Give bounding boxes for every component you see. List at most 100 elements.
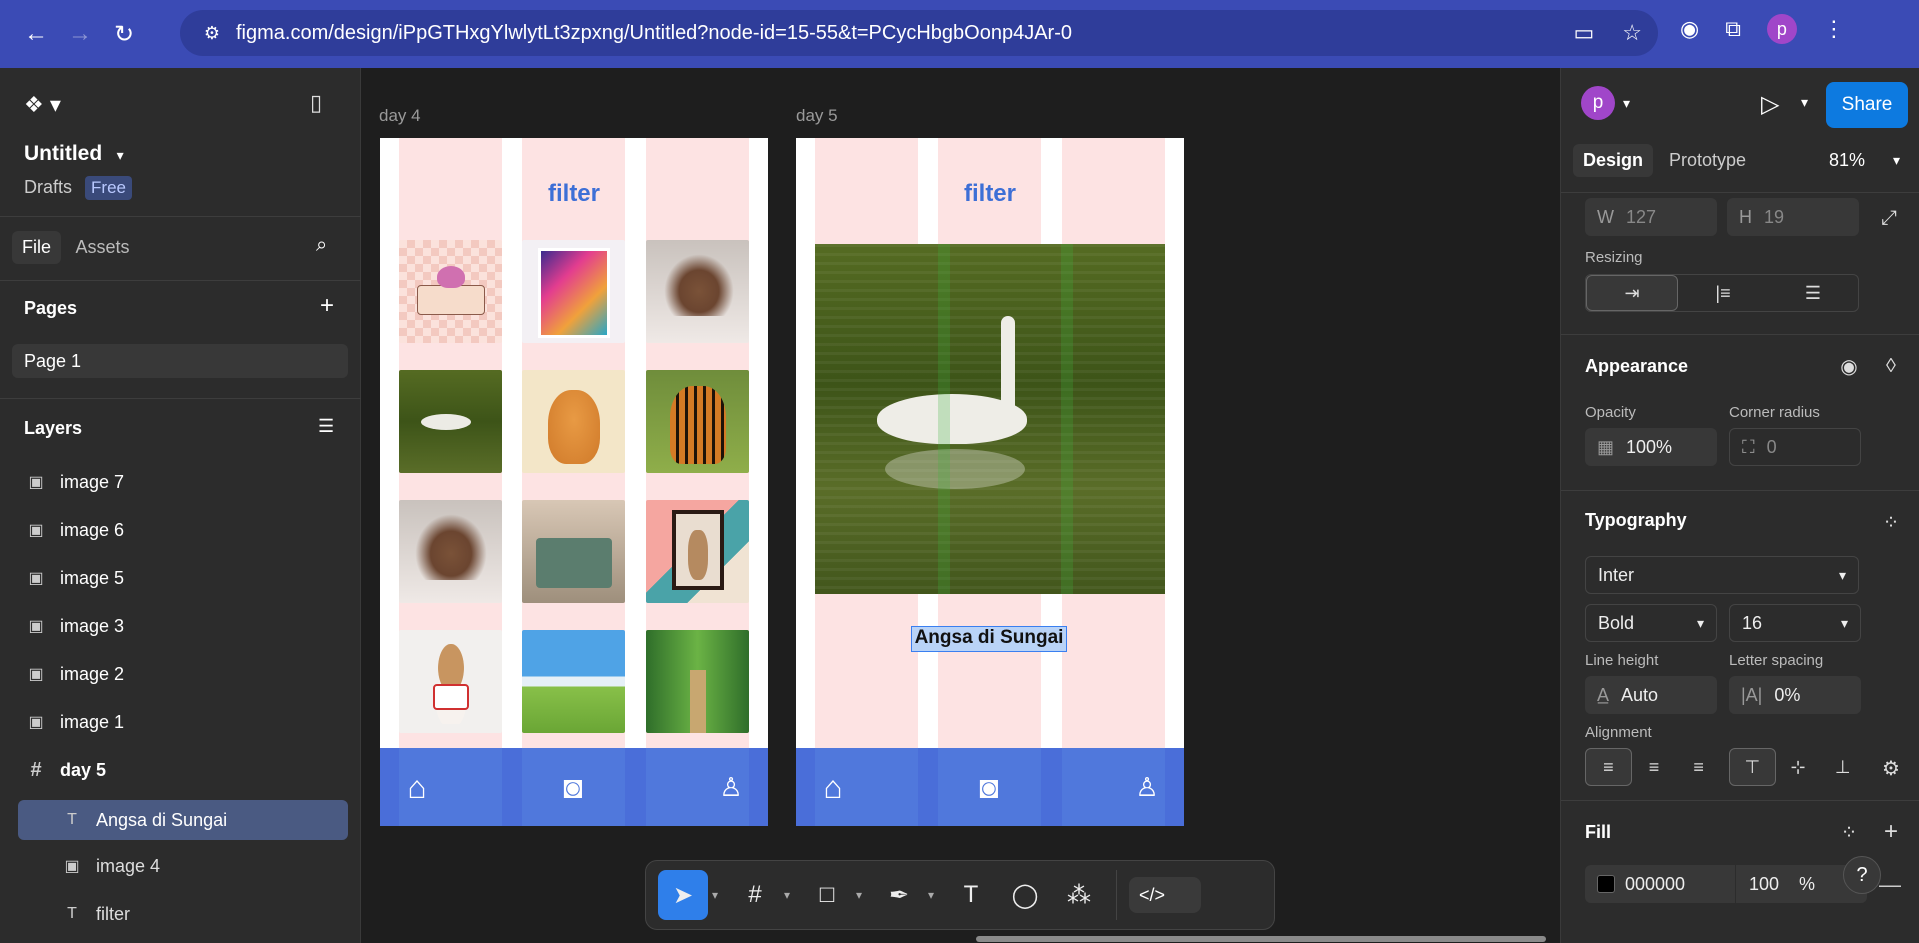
page-item[interactable]: Page 1 [12,344,348,378]
font-size-value[interactable]: 16 [1742,613,1762,634]
browser-menu-icon[interactable]: ⋮ [1823,16,1845,42]
letter-spacing-field[interactable]: |A| 0% [1729,676,1861,714]
frame-day-5[interactable]: filter Angsa di Sungai ⌂ ◙ ♙ [796,138,1184,826]
opacity-value[interactable]: 100% [1626,437,1672,458]
filter-heading[interactable]: filter [796,180,1184,208]
image-thumbnail[interactable] [399,240,502,343]
screenshot-icon[interactable]: ◉ [1680,16,1699,42]
font-family-select[interactable]: Inter ▾ [1585,556,1859,594]
image-thumbnail[interactable] [646,500,749,603]
chevron-down-icon[interactable]: ▾ [1697,615,1704,632]
forward-icon[interactable]: → [62,16,98,52]
tab-design[interactable]: Design [1573,144,1654,177]
line-height-value[interactable]: Auto [1621,685,1658,706]
comment-tool-icon[interactable]: ◯ [1000,870,1050,920]
share-button[interactable]: Share [1826,82,1908,128]
image-thumbnail[interactable] [646,370,749,473]
layer-item[interactable]: ▣ image 5 [0,558,361,598]
frame-label[interactable]: day 5 [796,106,838,126]
help-button[interactable]: ? [1843,856,1881,894]
width-value[interactable]: 127 [1626,207,1656,228]
fill-swatch[interactable] [1597,875,1615,893]
move-tool-icon[interactable]: ➤ [658,870,708,920]
chevron-down-icon[interactable]: ▾ [784,888,798,902]
align-bottom-icon[interactable]: ⊥ [1820,748,1865,786]
width-field[interactable]: W 127 [1585,198,1717,236]
frame-day-4[interactable]: filter ⌂ ◙ ♙ [380,138,768,826]
chevron-down-icon[interactable]: ▾ [1839,567,1846,584]
chevron-down-icon[interactable]: ▾ [1623,95,1630,112]
layer-item[interactable]: ▣ image 1 [0,702,361,742]
image-thumbnail[interactable] [399,500,502,603]
fixed-width-icon[interactable]: ⇥ [1586,275,1678,311]
bottom-nav-bar[interactable]: ⌂ ◙ ♙ [796,748,1184,826]
frame-tool-icon[interactable]: # [730,870,780,920]
chevron-down-icon[interactable]: ▾ [1841,615,1848,632]
font-family-value[interactable]: Inter [1598,565,1634,586]
image-thumbnail[interactable] [522,500,625,603]
auto-height-icon[interactable]: ☰ [1768,275,1858,311]
zoom-level[interactable]: 81% [1829,150,1865,171]
swan-image[interactable] [815,244,1165,594]
camera-icon[interactable]: ◙ [552,766,594,808]
image-thumbnail[interactable] [522,630,625,733]
tab-assets[interactable]: Assets [65,231,139,264]
line-height-field[interactable]: A̲ Auto [1585,676,1717,714]
url-text[interactable]: figma.com/design/iPpGTHxgYlwlytLt3zpxng/… [236,22,1072,45]
extensions-icon[interactable]: ⧉ [1725,16,1741,42]
align-middle-icon[interactable]: ⊹ [1776,748,1821,786]
font-weight-select[interactable]: Bold ▾ [1585,604,1717,642]
actions-tool-icon[interactable]: ⁂ [1054,870,1104,920]
image-thumbnail[interactable] [646,630,749,733]
text-styles-icon[interactable]: ⁘ [1873,504,1909,540]
add-fill-icon[interactable]: + [1873,814,1909,850]
letter-spacing-value[interactable]: 0% [1774,685,1800,706]
align-left-icon[interactable]: ≡ [1585,748,1632,786]
chevron-down-icon[interactable]: ▾ [1893,152,1900,169]
align-right-icon[interactable]: ≡ [1676,748,1721,786]
avatar-row[interactable]: p ▾ [1581,86,1630,120]
remove-fill-icon[interactable]: — [1879,872,1901,898]
frame-label[interactable]: day 4 [379,106,421,126]
present-icon[interactable]: ▷ [1761,90,1779,119]
home-icon[interactable]: ⌂ [812,766,854,808]
profile-icon[interactable]: ♙ [710,766,752,808]
fill-opacity-value[interactable]: 100 [1749,874,1779,895]
opacity-field[interactable]: ▦ 100% [1585,428,1717,466]
site-info-icon[interactable]: ⚙ [192,23,232,44]
profile-icon[interactable]: ♙ [1126,766,1168,808]
font-size-field[interactable]: 16 ▾ [1729,604,1861,642]
layer-item-frame[interactable]: # day 5 [0,750,361,790]
image-thumbnail[interactable] [646,240,749,343]
tab-file[interactable]: File [12,231,62,264]
layer-item-selected[interactable]: T Angsa di Sungai [18,800,348,840]
chevron-down-icon[interactable]: ▾ [1801,94,1808,111]
text-tool-icon[interactable]: T [946,870,996,920]
reload-icon[interactable]: ↻ [106,16,142,52]
hug-width-icon[interactable]: |≡ [1678,275,1768,311]
bookmark-star-icon[interactable]: ☆ [1622,20,1642,46]
corner-radius-value[interactable]: 0 [1767,437,1777,458]
constrain-proportions-icon[interactable]: ⤢ [1871,200,1907,236]
back-icon[interactable]: ← [18,16,54,52]
filter-heading[interactable]: filter [380,180,768,208]
layer-item[interactable]: ▣ image 2 [0,654,361,694]
camera-icon[interactable]: ◙ [968,766,1010,808]
file-name-row[interactable]: Untitled ▾ [24,142,124,166]
height-field[interactable]: H 19 [1727,198,1859,236]
canvas[interactable]: day 4 filter ⌂ ◙ ♙ day 5 filter Angsa di… [362,68,1560,943]
bottom-nav-bar[interactable]: ⌂ ◙ ♙ [380,748,768,826]
type-settings-icon[interactable]: ⚙ [1873,750,1909,786]
layer-item[interactable]: ▣ image 6 [0,510,361,550]
location-label[interactable]: Drafts [24,177,72,197]
clipboard-icon[interactable]: ▭ [1573,20,1594,46]
search-icon[interactable]: ⌕ [316,234,327,257]
align-top-icon[interactable]: ⊤ [1729,748,1776,786]
layer-item[interactable]: ▣ image 3 [0,606,361,646]
file-name[interactable]: Untitled [24,142,102,165]
rectangle-tool-icon[interactable]: □ [802,870,852,920]
pen-tool-icon[interactable]: ✒ [874,870,924,920]
fill-hex-value[interactable]: 000000 [1625,874,1685,895]
font-weight-value[interactable]: Bold [1598,613,1634,634]
image-thumbnail[interactable] [522,240,625,343]
